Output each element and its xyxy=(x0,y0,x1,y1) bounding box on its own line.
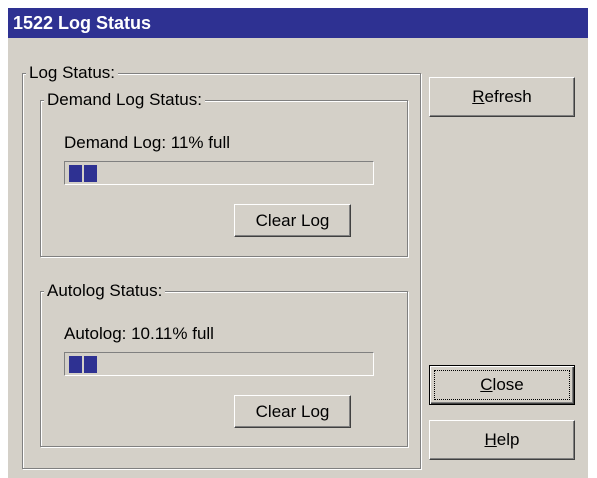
demand-log-group: Demand Log Status: Demand Log: 11% full … xyxy=(40,90,408,257)
close-label-rest: lose xyxy=(492,375,524,394)
autolog-progress-fill xyxy=(67,355,371,373)
demand-log-progress-bar xyxy=(64,161,374,185)
demand-clear-log-button[interactable]: Clear Log xyxy=(234,204,351,237)
close-button[interactable]: Close xyxy=(429,365,575,405)
close-mnemonic: C xyxy=(480,375,493,394)
log-status-group-label: Log Status: xyxy=(26,63,119,83)
refresh-button[interactable]: Refresh xyxy=(429,77,575,117)
demand-log-progress-block xyxy=(69,165,82,182)
demand-log-progress-block xyxy=(84,165,97,182)
help-label-rest: elp xyxy=(496,430,520,449)
autolog-group-label: Autolog Status: xyxy=(44,281,166,301)
help-button[interactable]: Help xyxy=(429,420,575,460)
demand-clear-log-label: Clear Log xyxy=(255,210,330,230)
autolog-clear-log-label: Clear Log xyxy=(255,401,330,421)
demand-log-group-label: Demand Log Status: xyxy=(44,90,205,110)
autolog-progress-block xyxy=(69,356,82,373)
help-mnemonic: H xyxy=(484,430,497,449)
refresh-label-rest: efresh xyxy=(484,87,532,106)
autolog-progress-block xyxy=(84,356,97,373)
refresh-mnemonic: R xyxy=(472,87,485,106)
demand-log-progress-fill xyxy=(67,164,371,182)
window-title: 1522 Log Status xyxy=(13,13,152,33)
demand-log-status-text: Demand Log: 11% full xyxy=(64,133,231,152)
autolog-status-text: Autolog: 10.11% full xyxy=(64,324,214,343)
autolog-group: Autolog Status: Autolog: 10.11% full Cle… xyxy=(40,281,408,447)
autolog-clear-log-button[interactable]: Clear Log xyxy=(234,395,351,428)
log-status-group: Log Status: Demand Log Status: Demand Lo… xyxy=(22,63,421,469)
log-status-dialog: 1522 Log Status Log Status: Demand Log S… xyxy=(8,8,588,478)
title-bar[interactable]: 1522 Log Status xyxy=(8,8,588,38)
autolog-progress-bar xyxy=(64,352,374,376)
